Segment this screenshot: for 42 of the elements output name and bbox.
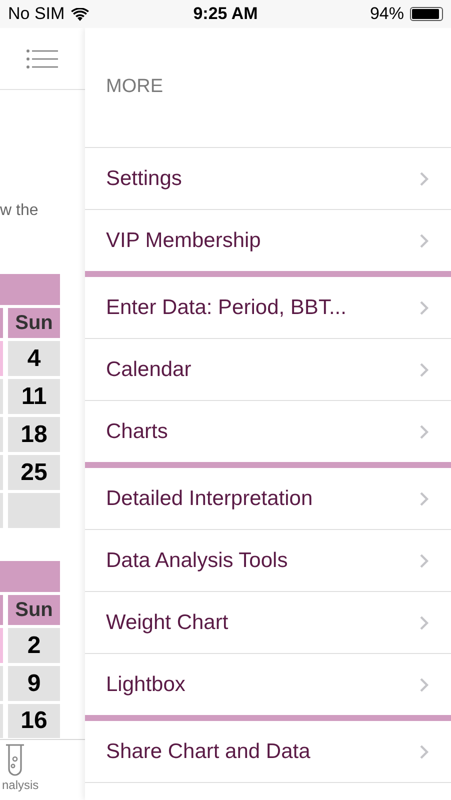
- chevron-icon: [419, 362, 429, 378]
- menu-item[interactable]: Lightbox: [85, 654, 451, 715]
- battery-icon: [410, 7, 443, 21]
- menu-item[interactable]: Detailed Interpretation: [85, 468, 451, 530]
- empty-cell: [8, 493, 60, 528]
- chevron-icon: [419, 676, 429, 692]
- calendar-header: [0, 274, 60, 305]
- date-cell[interactable]: 16: [8, 704, 60, 738]
- carrier-text: No SIM: [8, 4, 65, 24]
- date-cell[interactable]: 18: [8, 417, 60, 452]
- menu-item[interactable]: Weight Chart: [85, 592, 451, 654]
- chevron-icon: [419, 170, 429, 186]
- tab-label[interactable]: nalysis: [2, 778, 39, 792]
- list-menu-icon[interactable]: [26, 48, 58, 68]
- test-tube-icon[interactable]: [4, 744, 26, 776]
- calendar-header: [0, 561, 60, 592]
- wifi-icon: [70, 8, 89, 20]
- menu-item[interactable]: Charts: [85, 401, 451, 462]
- chevron-icon: [419, 424, 429, 440]
- drawer-title: MORE: [106, 76, 164, 99]
- menu-item[interactable]: Settings: [85, 148, 451, 210]
- hint-text: w the: [0, 202, 40, 220]
- menu-item[interactable]: Share Chart and Data: [85, 721, 451, 782]
- date-cell[interactable]: 2: [8, 628, 60, 663]
- chevron-icon: [419, 614, 429, 630]
- menu-item[interactable]: Data Analysis Tools: [85, 530, 451, 592]
- chevron-icon: [419, 232, 429, 248]
- date-cell[interactable]: 25: [8, 455, 60, 490]
- menu-item[interactable]: Enter Data: Period, BBT...: [85, 277, 451, 339]
- weekday-header: Sun: [8, 308, 60, 338]
- chevron-icon: [419, 300, 429, 316]
- date-cell[interactable]: 4: [8, 341, 60, 376]
- menu-item[interactable]: VIP Membership: [85, 210, 451, 271]
- chevron-icon: [419, 552, 429, 568]
- weekday-header: Sun: [8, 595, 60, 625]
- date-cell[interactable]: 11: [8, 379, 60, 414]
- menu-item[interactable]: Calendar: [85, 339, 451, 401]
- battery-percent: 94%: [370, 4, 404, 24]
- chevron-icon: [419, 490, 429, 506]
- date-cell[interactable]: 9: [8, 666, 60, 701]
- chevron-icon: [419, 744, 429, 760]
- clock-text: 9:25 AM: [193, 4, 258, 24]
